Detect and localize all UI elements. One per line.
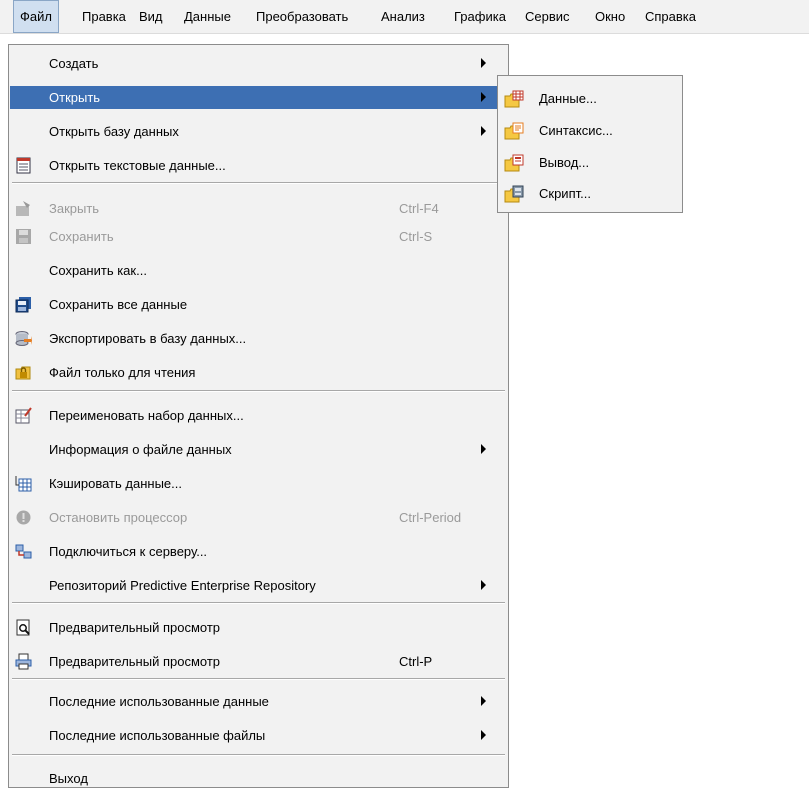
menu-window[interactable]: Окно — [589, 0, 631, 33]
menu-utilities[interactable]: Сервис — [519, 0, 576, 33]
submenu-arrow-icon — [481, 126, 486, 136]
menu-item-connect-server[interactable]: Подключиться к серверу... — [10, 540, 507, 563]
menu-edit[interactable]: Правка — [76, 0, 132, 33]
menu-file[interactable]: Файл — [13, 0, 59, 33]
menu-item-label: Файл только для чтения — [49, 365, 196, 380]
menu-item-label: Предварительный просмотр — [49, 654, 221, 669]
open-submenu: Данные... Синтаксис... Вывод... Скрипт..… — [497, 75, 683, 213]
open-script-icon — [504, 185, 524, 203]
cache-data-icon — [15, 475, 32, 492]
submenu-arrow-icon — [481, 580, 486, 590]
menu-bar: Файл Правка Вид Данные Преобразовать Ана… — [0, 0, 809, 34]
printer-icon — [15, 653, 32, 670]
menu-item-label: Последние использованные данные — [49, 694, 269, 709]
menu-item-label: Сохранить как... — [49, 263, 147, 278]
menu-item-exit[interactable]: Выход — [10, 767, 507, 787]
database-export-icon — [15, 330, 32, 347]
menu-item-close[interactable]: Закрыть Ctrl-F4 — [10, 197, 507, 220]
file-menu-dropdown: Создать Открыть Открыть базу данных Откр… — [8, 44, 509, 788]
menu-separator — [12, 602, 505, 604]
submenu-arrow-icon — [481, 444, 486, 454]
menu-transform[interactable]: Преобразовать — [250, 0, 354, 33]
submenu-item-data[interactable]: Данные... — [499, 85, 681, 113]
submenu-item-label: Скрипт... — [539, 186, 591, 201]
menu-item-label: Последние использованные файлы — [49, 728, 266, 743]
menu-analyze[interactable]: Анализ — [375, 0, 431, 33]
submenu-item-label: Вывод... — [539, 155, 590, 170]
menu-item-recent-data[interactable]: Последние использованные данные — [10, 690, 507, 713]
menu-item-label: Открыть текстовые данные... — [49, 158, 226, 173]
menu-item-stop-processor[interactable]: Остановить процессор Ctrl-Period — [10, 506, 507, 529]
submenu-arrow-icon — [481, 730, 486, 740]
menu-item-read-only[interactable]: Файл только для чтения — [10, 361, 507, 384]
menu-item-shortcut: Ctrl-F4 — [399, 201, 439, 216]
menu-item-print[interactable]: Предварительный просмотр Ctrl-P — [10, 650, 507, 673]
menu-item-label: Сохранить все данные — [49, 297, 188, 312]
submenu-item-output[interactable]: Вывод... — [499, 149, 681, 177]
text-data-icon — [15, 157, 32, 174]
menu-item-label: Выход — [49, 771, 88, 786]
menu-item-label: Сохранить — [49, 229, 114, 244]
server-connect-icon — [15, 543, 32, 560]
submenu-item-label: Данные... — [539, 91, 597, 106]
locked-folder-icon — [15, 364, 32, 381]
submenu-arrow-icon — [481, 58, 486, 68]
save-icon — [15, 228, 32, 245]
menu-item-label: Создать — [49, 56, 99, 71]
menu-item-save-all-data[interactable]: Сохранить все данные — [10, 293, 507, 316]
menu-item-shortcut: Ctrl-P — [399, 654, 433, 669]
close-file-icon — [15, 200, 32, 217]
save-all-icon — [15, 296, 32, 313]
menu-item-label: Экспортировать в базу данных... — [49, 331, 247, 346]
menu-item-export-database[interactable]: Экспортировать в базу данных... — [10, 327, 507, 350]
menu-item-label: Предварительный просмотр — [49, 620, 221, 635]
menu-view[interactable]: Вид — [133, 0, 169, 33]
menu-data[interactable]: Данные — [178, 0, 237, 33]
submenu-arrow-icon — [481, 92, 486, 102]
menu-item-label: Информация о файле данных — [49, 442, 232, 457]
menu-separator — [12, 678, 505, 680]
menu-item-label: Открыть — [49, 90, 101, 105]
menu-item-open-database[interactable]: Открыть базу данных — [10, 120, 507, 143]
menu-item-recent-files[interactable]: Последние использованные файлы — [10, 724, 507, 747]
menu-item-new[interactable]: Создать — [10, 52, 507, 75]
menu-separator — [12, 754, 505, 756]
menu-item-label: Закрыть — [49, 201, 100, 216]
menu-item-rename-dataset[interactable]: Переименовать набор данных... — [10, 404, 507, 427]
print-preview-icon — [15, 619, 32, 636]
menu-item-label: Остановить процессор — [49, 510, 188, 525]
menu-item-print-preview[interactable]: Предварительный просмотр — [10, 616, 507, 639]
menu-item-label: Репозиторий Predictive Enterprise Reposi… — [49, 578, 316, 593]
rename-dataset-icon — [15, 407, 32, 424]
menu-graphs[interactable]: Графика — [448, 0, 512, 33]
menu-item-file-info[interactable]: Информация о файле данных — [10, 438, 507, 461]
menu-separator — [12, 390, 505, 392]
menu-item-shortcut: Ctrl-S — [399, 229, 433, 244]
menu-item-open[interactable]: Открыть — [10, 86, 507, 109]
stop-icon — [15, 509, 32, 526]
menu-item-label: Кэшировать данные... — [49, 476, 182, 491]
menu-help[interactable]: Справка — [639, 0, 702, 33]
submenu-item-label: Синтаксис... — [539, 123, 613, 138]
open-data-icon — [504, 90, 524, 108]
menu-item-open-text-data[interactable]: Открыть текстовые данные... — [10, 154, 507, 177]
submenu-item-syntax[interactable]: Синтаксис... — [499, 117, 681, 145]
menu-item-label: Открыть базу данных — [49, 124, 179, 139]
menu-item-label: Подключиться к серверу... — [49, 544, 208, 559]
menu-item-save[interactable]: Сохранить Ctrl-S — [10, 225, 507, 248]
menu-item-shortcut: Ctrl-Period — [399, 510, 462, 525]
submenu-arrow-icon — [481, 696, 486, 706]
menu-item-repository[interactable]: Репозиторий Predictive Enterprise Reposi… — [10, 574, 507, 597]
submenu-item-script[interactable]: Скрипт... — [499, 180, 681, 208]
menu-item-cache-data[interactable]: Кэшировать данные... — [10, 472, 507, 495]
menu-separator — [12, 182, 505, 184]
open-syntax-icon — [504, 122, 524, 140]
menu-item-save-as[interactable]: Сохранить как... — [10, 259, 507, 282]
menu-item-label: Переименовать набор данных... — [49, 408, 244, 423]
open-output-icon — [504, 154, 524, 172]
